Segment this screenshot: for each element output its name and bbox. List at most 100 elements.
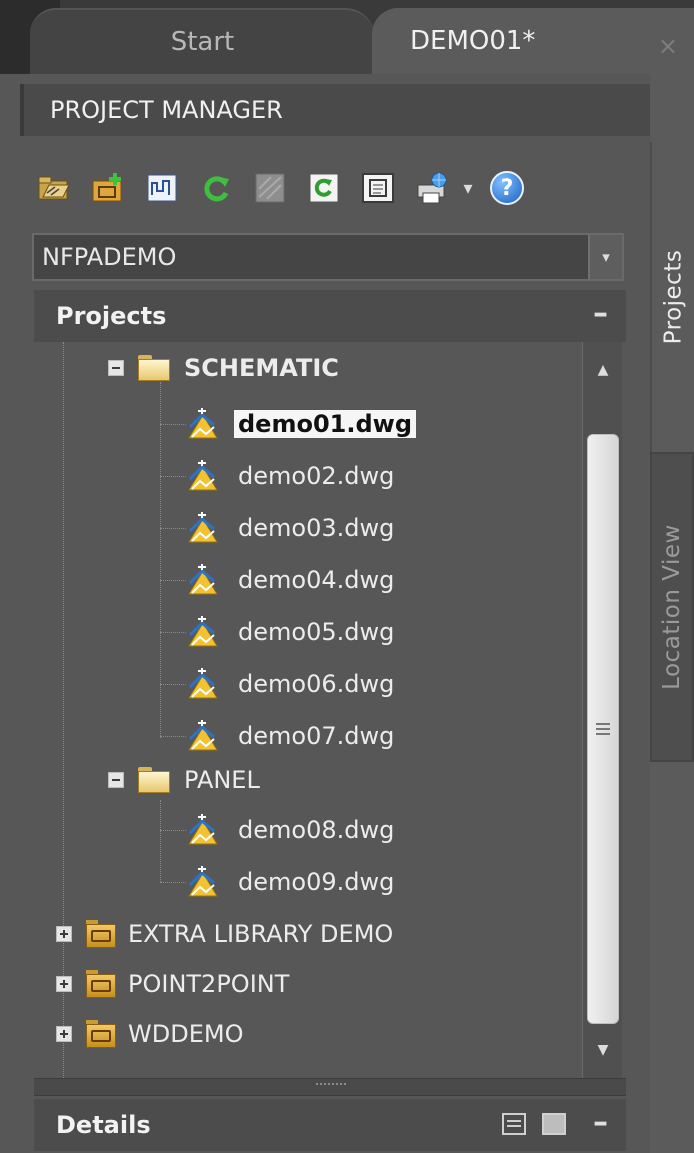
update-drawings-icon (309, 173, 339, 203)
details-section-header[interactable]: Details – (34, 1099, 626, 1151)
tab-start[interactable]: Start (30, 8, 375, 74)
collapse-icon[interactable] (108, 772, 124, 788)
scroll-down-icon[interactable]: ▼ (583, 1030, 623, 1070)
project-toolbar: ▾ ? (36, 166, 524, 210)
publish-icon (417, 172, 447, 204)
collapse-details-icon[interactable]: – (593, 1105, 608, 1140)
chevron-down-icon[interactable]: ▾ (588, 235, 622, 279)
tree-file-demo04[interactable]: demo04.dwg (186, 560, 398, 600)
tree-project-point2point[interactable]: POINT2POINT (56, 964, 289, 1004)
title-block-button[interactable] (252, 170, 288, 206)
file-label: demo06.dwg (238, 670, 395, 698)
drawing-file-icon (186, 865, 220, 899)
folder-label: PANEL (184, 766, 260, 794)
tree-project-wddemo[interactable]: WDDEMO (56, 1014, 243, 1054)
file-label: demo01.dwg (234, 410, 416, 438)
palette-title-label: PROJECT MANAGER (50, 96, 283, 124)
expand-icon[interactable] (56, 926, 72, 942)
open-project-button[interactable] (36, 170, 72, 206)
refresh-button[interactable] (198, 170, 234, 206)
tab-demo01-label: DEMO01* (410, 26, 536, 56)
tree-folder-schematic[interactable]: SCHEMATIC (108, 348, 339, 388)
details-list-icon[interactable] (502, 1113, 526, 1135)
file-label: demo09.dwg (238, 868, 395, 896)
document-tab-strip: Start DEMO01* × (0, 0, 694, 74)
new-project-button[interactable] (90, 170, 126, 206)
scroll-up-icon[interactable]: ▲ (583, 350, 623, 390)
tree-guide (160, 632, 186, 633)
new-project-icon (92, 173, 122, 202)
drawing-file-icon (186, 563, 220, 597)
folder-label: SCHEMATIC (184, 354, 339, 382)
update-drawings-button[interactable] (306, 170, 342, 206)
drawing-file-icon (186, 615, 220, 649)
project-tree: SCHEMATIC demo01.dwg demo02.dwg demo03.d… (34, 342, 582, 1078)
tree-guide (160, 882, 186, 883)
publish-button[interactable] (414, 170, 450, 206)
tree-file-demo02[interactable]: demo02.dwg (186, 456, 398, 496)
tree-file-demo05[interactable]: demo05.dwg (186, 612, 398, 652)
side-tab-projects[interactable]: Projects (650, 142, 694, 452)
tree-folder-panel[interactable]: PANEL (108, 760, 260, 800)
tree-project-extra-library-demo[interactable]: EXTRA LIBRARY DEMO (56, 914, 393, 954)
file-label: demo02.dwg (238, 462, 395, 490)
project-properties-button[interactable] (144, 170, 180, 206)
project-properties-icon (147, 174, 177, 202)
refresh-icon (204, 176, 229, 202)
collapse-icon[interactable] (108, 360, 124, 376)
tree-file-demo06[interactable]: demo06.dwg (186, 664, 398, 704)
open-project-icon (38, 176, 70, 200)
tree-file-demo08[interactable]: demo08.dwg (186, 810, 398, 850)
project-folder-icon (86, 920, 116, 948)
file-label: demo07.dwg (238, 722, 395, 750)
drawing-file-icon (186, 459, 220, 493)
reports-icon (362, 173, 394, 203)
expand-icon[interactable] (56, 1026, 72, 1042)
expand-icon[interactable] (56, 976, 72, 992)
project-label: POINT2POINT (128, 970, 290, 998)
panel-splitter[interactable] (34, 1078, 626, 1096)
project-select[interactable]: NFPADEMO ▾ (32, 233, 624, 281)
file-label: demo03.dwg (238, 514, 395, 542)
file-label: demo05.dwg (238, 618, 395, 646)
tree-scrollbar[interactable]: ▲ ▼ (582, 342, 622, 1078)
help-icon[interactable]: ? (490, 171, 524, 205)
projects-section-header[interactable]: Projects – (34, 290, 626, 342)
tree-file-demo09[interactable]: demo09.dwg (186, 862, 398, 902)
tab-demo01[interactable]: DEMO01* × (372, 8, 694, 74)
side-tab-location-label: Location View (659, 524, 686, 690)
tree-file-demo01[interactable]: demo01.dwg (186, 404, 416, 444)
details-section-title: Details (56, 1111, 151, 1139)
tree-guide (160, 528, 186, 529)
project-select-value: NFPADEMO (42, 243, 177, 271)
title-block-icon (255, 173, 285, 203)
drawing-file-icon (186, 407, 220, 441)
tree-file-demo03[interactable]: demo03.dwg (186, 508, 398, 548)
reports-button[interactable] (360, 170, 396, 206)
folder-icon (138, 355, 170, 381)
palette-title: PROJECT MANAGER (20, 84, 650, 136)
tree-file-demo07[interactable]: demo07.dwg (186, 716, 398, 756)
splitter-grip-icon (316, 1083, 346, 1087)
project-label: WDDEMO (128, 1020, 244, 1048)
project-folder-icon (86, 970, 116, 998)
tree-guide (160, 580, 186, 581)
collapse-projects-icon[interactable]: – (593, 296, 608, 331)
tree-guide (160, 476, 186, 477)
preview-image-icon[interactable] (542, 1113, 566, 1135)
tab-start-label: Start (170, 27, 235, 57)
tree-guide (160, 424, 186, 425)
file-label: demo08.dwg (238, 816, 395, 844)
folder-icon (138, 767, 170, 793)
grip-icon (596, 723, 610, 735)
projects-section-title: Projects (56, 302, 167, 330)
scrollbar-thumb[interactable] (587, 434, 619, 1024)
drawing-file-icon (186, 813, 220, 847)
help-label: ? (500, 175, 514, 201)
side-tab-location-view[interactable]: Location View (650, 452, 694, 762)
side-tab-projects-label: Projects (660, 249, 686, 345)
tree-guide (160, 684, 186, 685)
close-icon[interactable]: × (658, 32, 678, 60)
dropdown-icon[interactable]: ▾ (458, 178, 478, 199)
tree-guide (160, 800, 161, 882)
